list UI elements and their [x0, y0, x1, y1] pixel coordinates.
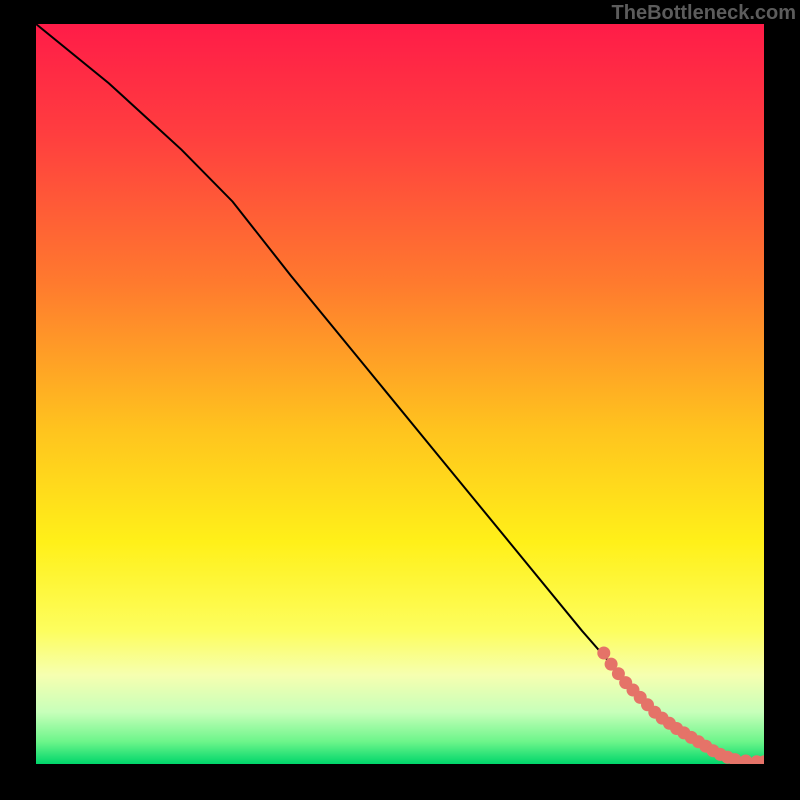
chart-svg	[36, 24, 764, 764]
plot-area	[36, 24, 764, 764]
watermark-label: TheBottleneck.com	[612, 2, 796, 25]
data-point	[597, 647, 610, 660]
gradient-background	[36, 24, 764, 764]
chart-container: TheBottleneck.com	[0, 0, 800, 800]
